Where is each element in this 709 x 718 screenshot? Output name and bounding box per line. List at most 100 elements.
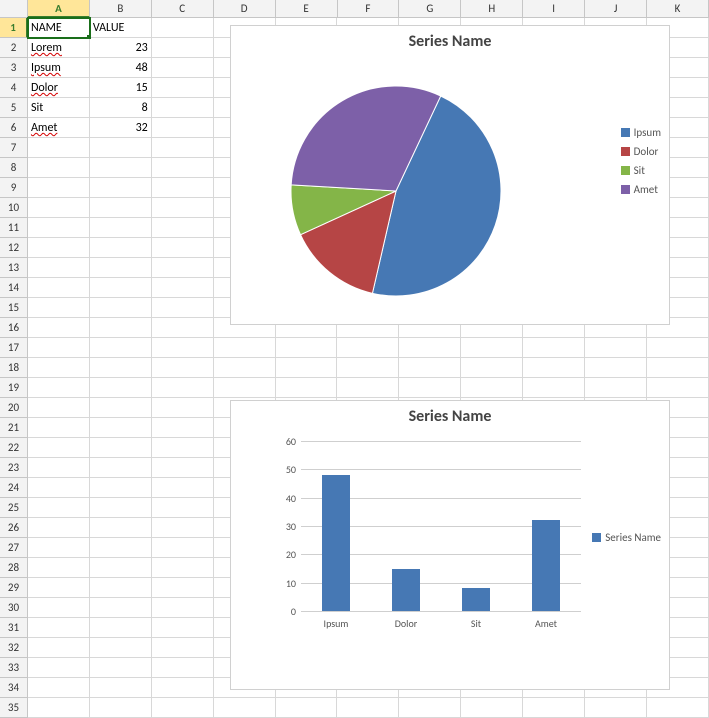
cell[interactable] [90, 398, 152, 418]
row-header[interactable]: 32 [0, 638, 28, 658]
cell[interactable] [90, 218, 152, 238]
pie-chart-object[interactable]: Series Name Ipsum Dolor Sit Amet [230, 25, 670, 325]
cell[interactable] [585, 698, 647, 718]
cell[interactable] [90, 298, 152, 318]
cell[interactable] [152, 438, 214, 458]
cell[interactable] [152, 178, 214, 198]
col-header-K[interactable]: K [647, 0, 709, 18]
cell[interactable] [90, 658, 152, 678]
row-header[interactable]: 20 [0, 398, 28, 418]
cell[interactable] [28, 158, 90, 178]
col-header-I[interactable]: I [523, 0, 585, 18]
cell[interactable] [152, 358, 214, 378]
cell[interactable] [585, 338, 647, 358]
row-header[interactable]: 15 [0, 298, 28, 318]
cell[interactable] [28, 658, 90, 678]
cell[interactable] [90, 498, 152, 518]
cell[interactable] [152, 58, 214, 78]
row-header[interactable]: 5 [0, 98, 28, 118]
cell[interactable] [152, 478, 214, 498]
col-header-F[interactable]: F [338, 0, 400, 18]
cell[interactable] [28, 378, 90, 398]
row-header[interactable]: 19 [0, 378, 28, 398]
cell[interactable] [28, 358, 90, 378]
cell[interactable] [90, 438, 152, 458]
cell[interactable] [214, 358, 276, 378]
cell[interactable] [28, 678, 90, 698]
row-header[interactable]: 21 [0, 418, 28, 438]
cell[interactable] [585, 358, 647, 378]
cell[interactable] [90, 318, 152, 338]
cell[interactable] [152, 498, 214, 518]
row-header[interactable]: 28 [0, 558, 28, 578]
cell[interactable] [337, 378, 399, 398]
cell[interactable] [523, 698, 585, 718]
row-header[interactable]: 14 [0, 278, 28, 298]
row-header[interactable]: 4 [0, 78, 28, 98]
row-header[interactable]: 24 [0, 478, 28, 498]
cell[interactable] [152, 658, 214, 678]
col-header-C[interactable]: C [152, 0, 214, 18]
cell[interactable] [90, 378, 152, 398]
cell[interactable] [28, 178, 90, 198]
cell[interactable]: Dolor [28, 78, 90, 98]
cell[interactable] [28, 638, 90, 658]
cell[interactable] [152, 338, 214, 358]
cell[interactable] [152, 418, 214, 438]
cell[interactable] [152, 398, 214, 418]
cell[interactable] [28, 478, 90, 498]
row-header[interactable]: 12 [0, 238, 28, 258]
cell[interactable] [152, 138, 214, 158]
cell[interactable]: VALUE [90, 18, 152, 38]
cell[interactable] [152, 458, 214, 478]
cell[interactable] [152, 98, 214, 118]
cell[interactable] [28, 218, 90, 238]
cell[interactable] [90, 238, 152, 258]
cell[interactable] [214, 338, 276, 358]
cell[interactable] [90, 618, 152, 638]
cell[interactable] [152, 18, 214, 38]
row-header[interactable]: 30 [0, 598, 28, 618]
cell[interactable] [28, 418, 90, 438]
row-header[interactable]: 35 [0, 698, 28, 718]
row-header[interactable]: 3 [0, 58, 28, 78]
cell[interactable] [214, 378, 276, 398]
cell[interactable]: Lorem [28, 38, 90, 58]
cell[interactable] [90, 278, 152, 298]
row-header[interactable]: 27 [0, 538, 28, 558]
cell[interactable] [28, 258, 90, 278]
row-header[interactable]: 34 [0, 678, 28, 698]
cell[interactable] [461, 378, 523, 398]
row-header[interactable]: 31 [0, 618, 28, 638]
cell[interactable] [28, 518, 90, 538]
bar-chart-object[interactable]: Series Name 0102030405060IpsumDolorSitAm… [230, 400, 670, 690]
cell[interactable] [28, 278, 90, 298]
cell[interactable] [90, 558, 152, 578]
cell[interactable] [28, 698, 90, 718]
cell[interactable] [276, 378, 338, 398]
cell[interactable] [152, 378, 214, 398]
cell[interactable] [28, 458, 90, 478]
row-header[interactable]: 9 [0, 178, 28, 198]
cell[interactable] [647, 358, 709, 378]
cell[interactable] [152, 698, 214, 718]
row-header[interactable]: 13 [0, 258, 28, 278]
col-header-E[interactable]: E [276, 0, 338, 18]
cell[interactable] [90, 258, 152, 278]
cell[interactable] [152, 278, 214, 298]
cell[interactable] [152, 298, 214, 318]
cell[interactable] [585, 378, 647, 398]
cell[interactable] [152, 198, 214, 218]
col-header-G[interactable]: G [399, 0, 461, 18]
cell[interactable] [90, 638, 152, 658]
cell[interactable] [152, 258, 214, 278]
cell[interactable] [647, 698, 709, 718]
cell[interactable] [152, 558, 214, 578]
col-header-B[interactable]: B [90, 0, 152, 18]
cell[interactable] [152, 678, 214, 698]
cell[interactable] [461, 338, 523, 358]
row-header[interactable]: 33 [0, 658, 28, 678]
cell[interactable] [90, 178, 152, 198]
cell[interactable] [399, 698, 461, 718]
cell[interactable] [152, 158, 214, 178]
